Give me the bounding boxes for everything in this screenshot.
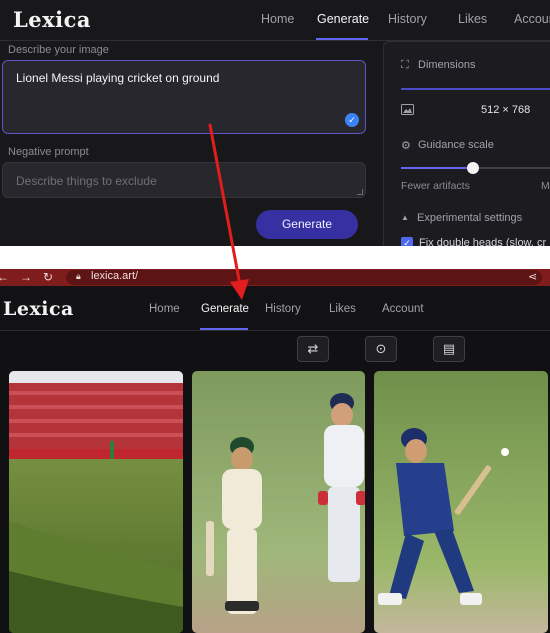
nav2-history[interactable]: History [265, 303, 301, 315]
negative-prompt-label: Negative prompt [8, 146, 89, 158]
address-bar[interactable]: 🔒︎ lexica.art/ [66, 270, 542, 285]
fix-heads-checkbox[interactable]: ✓ [401, 237, 413, 246]
fewer-artifacts-label: Fewer artifacts [401, 180, 470, 192]
nav2-account[interactable]: Account [382, 303, 424, 315]
nav-history[interactable]: History [388, 12, 427, 26]
stadium-image [9, 371, 183, 633]
lexica-browser-window: ← → ↻ 🔒︎ lexica.art/ ⋖ Lexica Home Gener… [0, 269, 550, 633]
experimental-settings-label[interactable]: Experimental settings [417, 212, 522, 224]
result-image-stadium[interactable] [9, 371, 183, 633]
document-icon[interactable]: ▤ [433, 336, 465, 362]
prompt-value: Lionel Messi playing cricket on ground [16, 71, 220, 85]
lexica-logo-2[interactable]: Lexica [3, 298, 74, 320]
generate-button[interactable]: Generate [256, 210, 358, 239]
negative-prompt-input[interactable]: Describe things to exclude [2, 162, 366, 198]
fix-heads-label: Fix double heads (slow, cr [419, 237, 547, 246]
nav-generate[interactable]: Generate [317, 12, 369, 26]
batsman-image [374, 371, 548, 633]
nav-account[interactable]: Accoun [514, 12, 550, 26]
browser-toolbar: ← → ↻ 🔒︎ lexica.art/ ⋖ [0, 269, 550, 286]
screenshot-root: Lexica Home Generate History Likes Accou… [0, 0, 550, 633]
dimensions-selected-line [401, 88, 550, 90]
prompt-textarea[interactable]: Lionel Messi playing cricket on ground ✓ [2, 60, 366, 134]
dimensions-value[interactable]: 512 × 768 [481, 104, 530, 116]
guidance-label: Guidance scale [418, 139, 494, 151]
forward-icon[interactable]: → [20, 270, 32, 284]
settings-sidebar: ⛶ Dimensions 512 × 768 ⚙ Guidance scale … [383, 41, 550, 246]
result-image-batsman[interactable] [374, 371, 548, 633]
guidance-slider-thumb[interactable] [467, 162, 479, 174]
resize-handle-icon[interactable] [357, 189, 363, 195]
lexica-logo[interactable]: Lexica [13, 7, 91, 32]
upload-icon[interactable]: ⊙ [365, 336, 397, 362]
nav2-generate[interactable]: Generate [201, 303, 249, 315]
nav-home[interactable]: Home [261, 12, 294, 26]
chevron-up-icon[interactable]: ▲ [401, 213, 409, 222]
describe-label: Describe your image [8, 44, 109, 56]
nav2-likes[interactable]: Likes [329, 303, 356, 315]
lock-icon: 🔒︎ [76, 271, 81, 281]
reload-icon[interactable]: ↻ [43, 270, 53, 284]
back-icon[interactable]: ← [0, 270, 9, 284]
url-text: lexica.art/ [91, 270, 139, 282]
image-icon [401, 104, 414, 115]
cricketers-image [192, 371, 365, 633]
dimensions-label: Dimensions [418, 59, 476, 71]
nav-likes[interactable]: Likes [458, 12, 487, 26]
more-label: M [541, 180, 550, 192]
guidance-slider-fill [401, 167, 473, 169]
share-icon[interactable]: ⋖ [528, 270, 537, 283]
nav-generate-underline [316, 38, 368, 40]
check-icon: ✓ [345, 113, 359, 127]
result-image-cricketers[interactable] [192, 371, 365, 633]
top-navbar: Lexica Home Generate History Likes Accou… [0, 0, 550, 41]
sliders-icon: ⚙ [401, 140, 411, 152]
nav2-generate-underline [200, 328, 248, 330]
nav2-home[interactable]: Home [149, 303, 180, 315]
bottom-navbar: Lexica Home Generate History Likes Accou… [0, 286, 550, 331]
generate-panel: Lexica Home Generate History Likes Accou… [0, 0, 550, 246]
dimensions-icon: ⛶ [401, 59, 409, 71]
repeat-icon[interactable]: ⇄ [297, 336, 329, 362]
negative-prompt-placeholder: Describe things to exclude [16, 174, 157, 188]
